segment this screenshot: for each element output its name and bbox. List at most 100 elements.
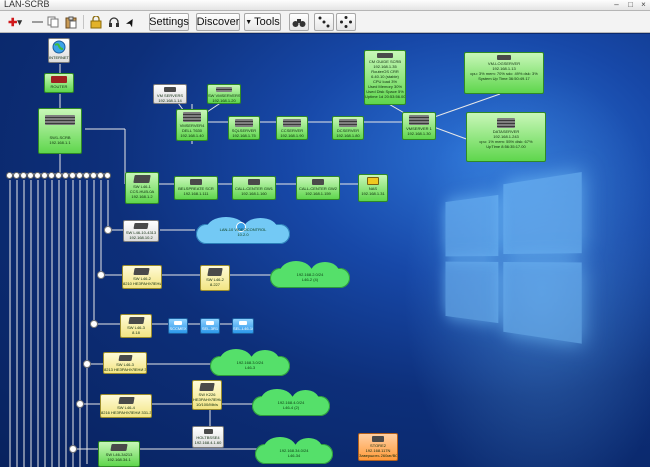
vmserver1-ip: 192.168.1.30 <box>407 131 431 136</box>
hub-icon[interactable] <box>76 400 84 408</box>
port-icon[interactable] <box>90 172 97 179</box>
hub-icon[interactable] <box>90 320 98 328</box>
network-map-canvas[interactable]: INTERNET ROUTER SW1-SCRB 192.168.1.1 VM … <box>0 34 650 467</box>
core-switch-node[interactable]: SW1-SCRB 192.168.1.1 <box>38 108 82 154</box>
sw-l46-3b-node[interactable]: SW L46-3 8213 НЕЗРАНУЛЕНИ 301-309 <box>103 352 147 374</box>
port-icon[interactable] <box>83 172 90 179</box>
internet-node[interactable]: INTERNET <box>48 38 70 63</box>
port-icon[interactable] <box>41 172 48 179</box>
sw-l46-2-node[interactable]: SW L46-2 8210 НЕЗРАНУЛЕНИ <box>122 265 162 289</box>
headset-icon <box>109 16 119 27</box>
pointer-button[interactable]: ➤ <box>123 13 139 31</box>
find-button[interactable] <box>289 13 309 31</box>
lan-videocontrol-cloud[interactable]: LAN-10 VIDEOCONTROL 10.2.0 <box>196 217 290 244</box>
dcserver-node[interactable]: DCSERVER 192.168.1.80 <box>332 116 364 140</box>
subnet-3-cloud[interactable]: 192.168.3.0/24 L46-3 <box>210 349 290 376</box>
port-icon[interactable] <box>97 172 104 179</box>
belspreate-node[interactable]: BELSPREATE SCR 192.168.1.111 <box>174 176 218 200</box>
dataserver-node[interactable]: DATASERVER 192.168.1.243 cpu: 1% mem: 55… <box>466 112 546 162</box>
port-icon[interactable] <box>27 172 34 179</box>
router-label: ROUTER <box>50 84 68 89</box>
sw-l46-34-node[interactable]: SW L46-34213 192.168.34.1 <box>98 441 140 467</box>
discover-button[interactable]: Discover <box>196 13 240 31</box>
sw-l46-3b-model: 8213 НЕЗРАНУЛЕНИ 301-309 <box>104 367 147 372</box>
port-icon[interactable] <box>69 172 76 179</box>
vmserver4-node[interactable]: VMSERVER4 DELL T630 192.168.1.40 <box>176 109 208 141</box>
hub-icon[interactable] <box>104 226 112 234</box>
add-item-button[interactable]: ✚ ▾ <box>3 13 27 31</box>
sqlserver-node[interactable]: SQLSERVER 192.168.1.75 <box>228 116 260 140</box>
core-switch-ip: 192.168.1.1 <box>49 140 71 145</box>
sw-l46-2b-node[interactable]: SW L46-2 8.227 <box>200 265 230 291</box>
sw-l46-4-model: 8216 НЕЗРАНУЛЕНИ 331-34 <box>101 410 152 415</box>
remove-button[interactable] <box>29 13 45 31</box>
layout-diagonal-button[interactable] <box>314 13 334 31</box>
tools-arrow-icon: ▼ <box>245 18 253 26</box>
vm-servers-node[interactable]: VM SERVERS 192.168.1.14 <box>153 84 187 104</box>
chevron-down-icon: ▾ <box>17 16 22 27</box>
storage-node[interactable]: STORE2 192.168.117N Завершить 260мг/ВО <box>358 433 398 461</box>
copy-icon <box>47 16 59 28</box>
port-icon[interactable] <box>13 172 20 179</box>
sw-l46-2b-ip: 8.227 <box>209 282 220 287</box>
copy-button[interactable] <box>45 13 61 31</box>
layout-radial-button[interactable] <box>336 13 356 31</box>
subnet-2-cloud[interactable]: 192.168.2.0/24 L46-2 (4) <box>270 261 350 288</box>
belspreate-ip: 192.168.1.111 <box>183 191 209 196</box>
hub-icon[interactable] <box>97 271 105 279</box>
vmserver1-node[interactable]: VMSERVER 1 192.168.1.30 <box>402 112 436 140</box>
device-sel-l46-10[interactable]: SEL-L46-10 <box>232 318 254 334</box>
paste-button[interactable] <box>62 13 80 31</box>
port-icon[interactable] <box>20 172 27 179</box>
call-center-gw1-node[interactable]: CALL-CENTER GW1 192.168.1.160 <box>232 176 276 200</box>
port-icon[interactable] <box>48 172 55 179</box>
device-sel-3r1-label: SEL-3R1 <box>201 326 219 331</box>
nas-node[interactable]: NAS 192.168.1.31 <box>358 174 388 202</box>
switch-icon <box>199 383 215 391</box>
vmserver4-ip: 192.168.1.40 <box>180 133 204 138</box>
clipboard-icon <box>65 16 76 28</box>
hub-icon[interactable] <box>83 360 91 368</box>
port-icon[interactable] <box>55 172 62 179</box>
ccserver-node[interactable]: CCSERVER 192.168.1.90 <box>276 116 308 140</box>
hub-icon[interactable] <box>69 445 77 453</box>
subnet-34-cloud[interactable]: 192.168.34.0/24 L46-34 <box>255 437 333 464</box>
device-sel-3r1[interactable]: SEL-3R1 <box>200 318 220 334</box>
port-icon[interactable] <box>6 172 13 179</box>
port-icon[interactable] <box>76 172 83 179</box>
minimize-icon[interactable]: – <box>612 1 621 9</box>
server-icon <box>377 53 393 58</box>
port-icon[interactable] <box>62 172 69 179</box>
sw-l46-10-node[interactable]: SW L46-10-4313 192.168.10.2 <box>123 220 159 242</box>
sw-l46-4-node[interactable]: SW L46-4 8216 НЕЗРАНУЛЕНИ 331-34 <box>100 394 152 418</box>
server-icon <box>409 115 429 125</box>
server-icon <box>163 87 177 92</box>
vm-logserver-node[interactable]: VM-LOGSERVER 192.168.1.13 cpu: 3% mem: 7… <box>464 52 544 94</box>
cm-guide-node[interactable]: CM GUIDE SCRB 192.168.1.35 RouterOS CRR … <box>364 50 406 105</box>
lock-button[interactable] <box>87 13 105 31</box>
sw-vmservers-node[interactable]: SW VMSERVERS 192.168.1.20 <box>207 84 241 104</box>
sw-l46-2-model: 8210 НЕЗРАНУЛЕНИ <box>123 281 162 286</box>
link-button[interactable] <box>105 13 123 31</box>
router-node[interactable]: ROUTER <box>44 73 74 93</box>
settings-button[interactable]: Settings <box>149 13 189 31</box>
sw-l46-3-node[interactable]: SW L46-3 8.18 <box>120 314 152 338</box>
sw-l46-1-node[interactable]: SW L46-1 CCS-HUB-0A 192.168.1.2 <box>125 172 159 204</box>
port-icon[interactable] <box>34 172 41 179</box>
maximize-icon[interactable]: □ <box>626 1 635 9</box>
sw-k226-node[interactable]: SW K226 НЕЗРАНУЛЕНИ 10/100/Mb/s <box>192 380 222 410</box>
sw-k226-speed: 10/100/Mb/s <box>195 402 218 407</box>
holtbsse4-node[interactable]: HOLTBSSE4 192.168.4.1.60 <box>192 426 224 448</box>
tools-button[interactable]: ▼ Tools <box>244 13 281 31</box>
device-sccmex[interactable]: SCCMEX <box>168 318 188 334</box>
close-icon[interactable]: × <box>639 1 648 9</box>
call-center-gw2-node[interactable]: CALL-CENTER GW2 192.168.1.159 <box>296 176 340 200</box>
switch-icon <box>117 397 135 404</box>
binoculars-icon <box>292 18 306 27</box>
sw-l46-34-ip: 192.168.34.1 <box>107 457 131 462</box>
subnet-4-cloud[interactable]: 192.168.4.0/24 L46-4 (2) <box>252 389 330 416</box>
port-icon[interactable] <box>104 172 111 179</box>
server-icon <box>372 436 384 442</box>
call-center-gw1-ip: 192.168.1.160 <box>241 191 267 196</box>
subnet-34-name: L46-34 <box>287 453 301 458</box>
